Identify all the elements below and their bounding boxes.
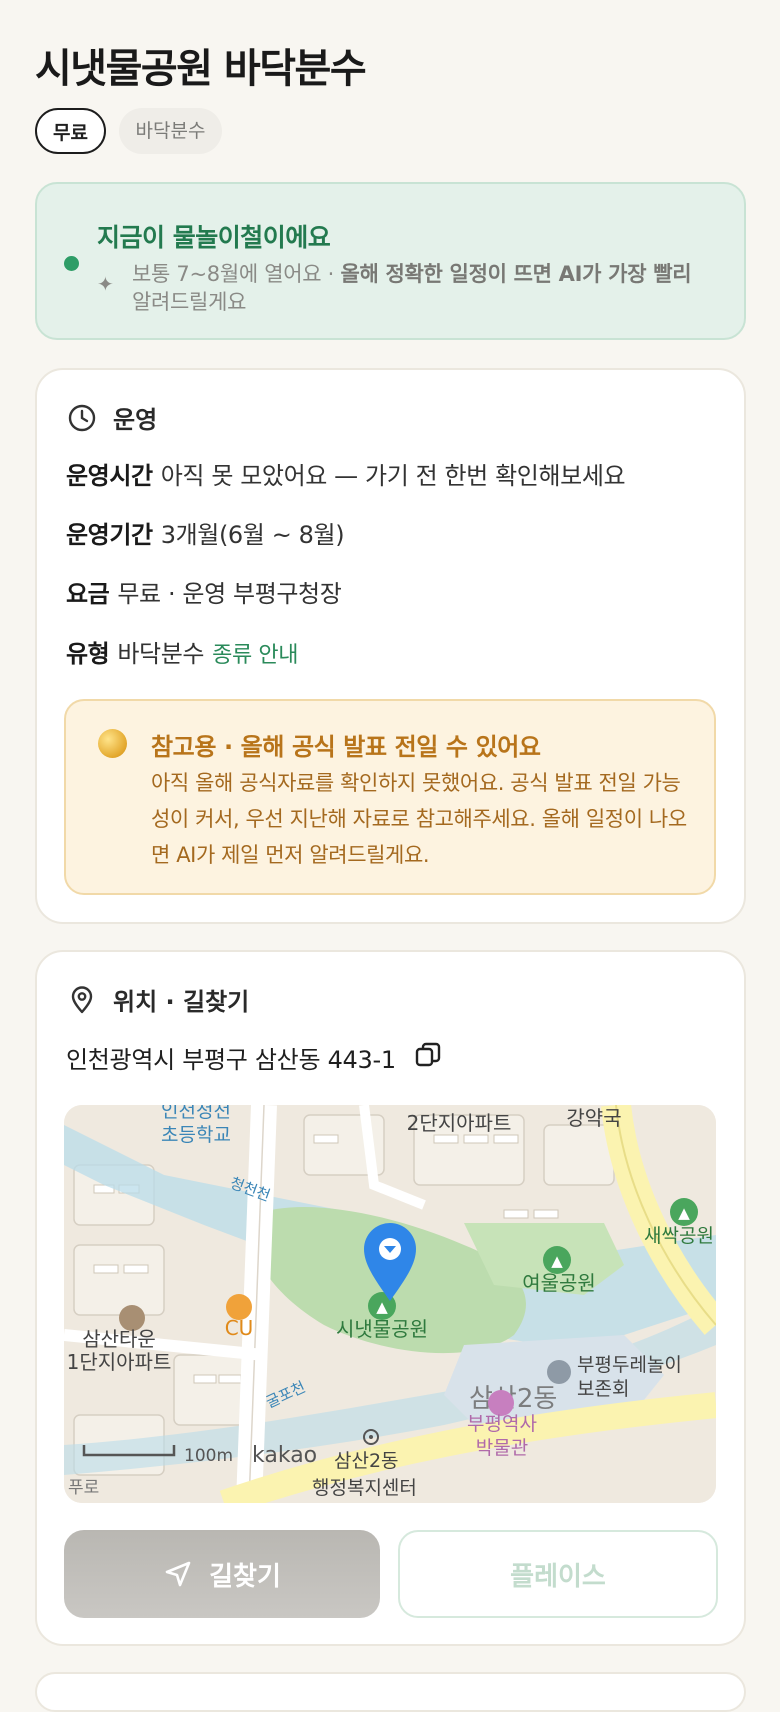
row-hours-value: 아직 못 모았어요 — 가기 전 한번 확인해보세요 xyxy=(160,462,626,490)
map-label-saessak: 새싹공원 xyxy=(644,1225,714,1247)
map-label-samsan-town: 삼산타운 xyxy=(82,1327,156,1351)
map-label-yeoul: 여울공원 xyxy=(522,1271,596,1295)
row-period: 운영기간 3개월(6월 ~ 8월) xyxy=(66,515,345,550)
map-label-gangyak: 강약국 xyxy=(566,1106,621,1130)
clock-icon xyxy=(67,403,97,433)
map-label-bojonhoe: 보존회 xyxy=(577,1378,629,1400)
operation-card: 운영 운영시간 아직 못 모았어요 — 가기 전 한번 확인해보세요 운영기간 3개… xyxy=(35,368,746,924)
notice-title: 참고용 · 올해 공식 발표 전일 수 있어요 xyxy=(151,733,541,761)
row-fee: 요금 무료 · 운영 부평구청장 xyxy=(66,574,342,609)
season-desc-plain: 보통 7~8월에 열어요 · xyxy=(132,262,341,286)
location-map[interactable]: 인천청천 초등학교 2단지아파트 강약국 청천천 ▲ 새싹공원 ▲ 여울공원 ▲… xyxy=(64,1105,716,1503)
season-title: 지금이 물놀이철이에요 xyxy=(97,223,331,252)
row-hours: 운영시간 아직 못 모았어요 — 가기 전 한번 확인해보세요 xyxy=(66,456,626,491)
route-button-label: 길찾기 xyxy=(209,1561,281,1592)
season-desc-bold: 올해 정확한 일정이 뜨면 AI가 가장 빨리 xyxy=(340,262,692,286)
map-label-museum-2: 박물관 xyxy=(476,1437,528,1459)
operation-header: 운영 xyxy=(67,400,157,435)
navigation-arrow-icon xyxy=(163,1559,193,1589)
map-label-sinaet: 시냇물공원 xyxy=(336,1317,428,1341)
season-banner: 지금이 물놀이철이에요 ✦ 보통 7~8월에 열어요 · 올해 정확한 일정이 … xyxy=(35,182,746,340)
detail-page: 시냇물공원 바닥분수 무료 바닥분수 지금이 물놀이철이에요 ✦ 보통 7~8월… xyxy=(0,0,780,1712)
map-label-duresal: 부평두레놀이 xyxy=(577,1354,682,1376)
map-label-center-1: 삼산2동 xyxy=(334,1450,399,1472)
map-label-museum-1: 부평역사 xyxy=(467,1413,537,1435)
kakao-logo: kakao xyxy=(252,1443,317,1468)
location-header-label: 위치 · 길찾기 xyxy=(113,988,250,1016)
status-dot xyxy=(64,256,79,271)
row-fee-label: 요금 xyxy=(66,580,110,608)
row-hours-label: 운영시간 xyxy=(66,462,153,490)
map-label-apt2: 2단지아파트 xyxy=(407,1111,512,1135)
map-label-school-1: 인천청천 xyxy=(161,1105,231,1122)
row-period-label: 운영기간 xyxy=(66,521,153,549)
svg-text:▲: ▲ xyxy=(551,1252,563,1270)
coin-icon xyxy=(98,729,127,758)
next-card xyxy=(35,1672,746,1712)
route-button[interactable]: 길찾기 xyxy=(64,1530,380,1618)
season-desc-tail: 알려드릴게요 xyxy=(132,290,247,314)
address-text: 인천광역시 부평구 삼산동 443-1 xyxy=(66,1046,396,1074)
page-title: 시냇물공원 바닥분수 xyxy=(35,46,367,92)
svg-text:▲: ▲ xyxy=(376,1298,388,1316)
map-label-cu: CU xyxy=(225,1316,254,1340)
location-header: 위치 · 길찾기 xyxy=(67,982,249,1017)
reference-notice: 참고용 · 올해 공식 발표 전일 수 있어요 아직 올해 공식자료를 확인하지… xyxy=(64,699,716,895)
operation-header-label: 운영 xyxy=(113,406,158,434)
location-pin-icon xyxy=(67,985,97,1015)
row-type: 유형 바닥분수 종류 안내 xyxy=(66,634,298,669)
copy-icon[interactable] xyxy=(414,1041,442,1075)
row-fee-value: 무료 · 운영 부평구청장 xyxy=(117,580,342,608)
location-card: 위치 · 길찾기 인천광역시 부평구 삼산동 443-1 인천청천 초등학교 2… xyxy=(35,950,746,1646)
svg-text:▲: ▲ xyxy=(678,1204,690,1222)
tag-floor-fountain[interactable]: 바닥분수 xyxy=(119,108,222,154)
map-label-school-2: 초등학교 xyxy=(161,1124,231,1146)
row-period-value: 3개월(6월 ~ 8월) xyxy=(160,521,345,549)
map-scale: 100m xyxy=(184,1446,233,1466)
tag-free[interactable]: 무료 xyxy=(35,108,106,154)
row-type-label: 유형 xyxy=(66,640,110,668)
map-label-center-2: 행정복지센터 xyxy=(312,1477,417,1499)
notice-body: 아직 올해 공식자료를 확인하지 못했어요. 공식 발표 전일 가능성이 커서,… xyxy=(151,771,687,867)
row-type-value: 바닥분수 xyxy=(117,640,205,668)
map-label-pro: 푸로 xyxy=(68,1478,99,1498)
place-button[interactable]: 플레이스 xyxy=(398,1530,718,1618)
address-row: 인천광역시 부평구 삼산동 443-1 xyxy=(66,1040,442,1075)
map-label-apt1: 1단지아파트 xyxy=(67,1350,172,1374)
type-guide-link[interactable]: 종류 안내 xyxy=(212,643,298,668)
season-description: 보통 7~8월에 열어요 · 올해 정확한 일정이 뜨면 AI가 가장 빨리알려… xyxy=(132,260,732,316)
sparkle-icon: ✦ xyxy=(97,272,114,296)
